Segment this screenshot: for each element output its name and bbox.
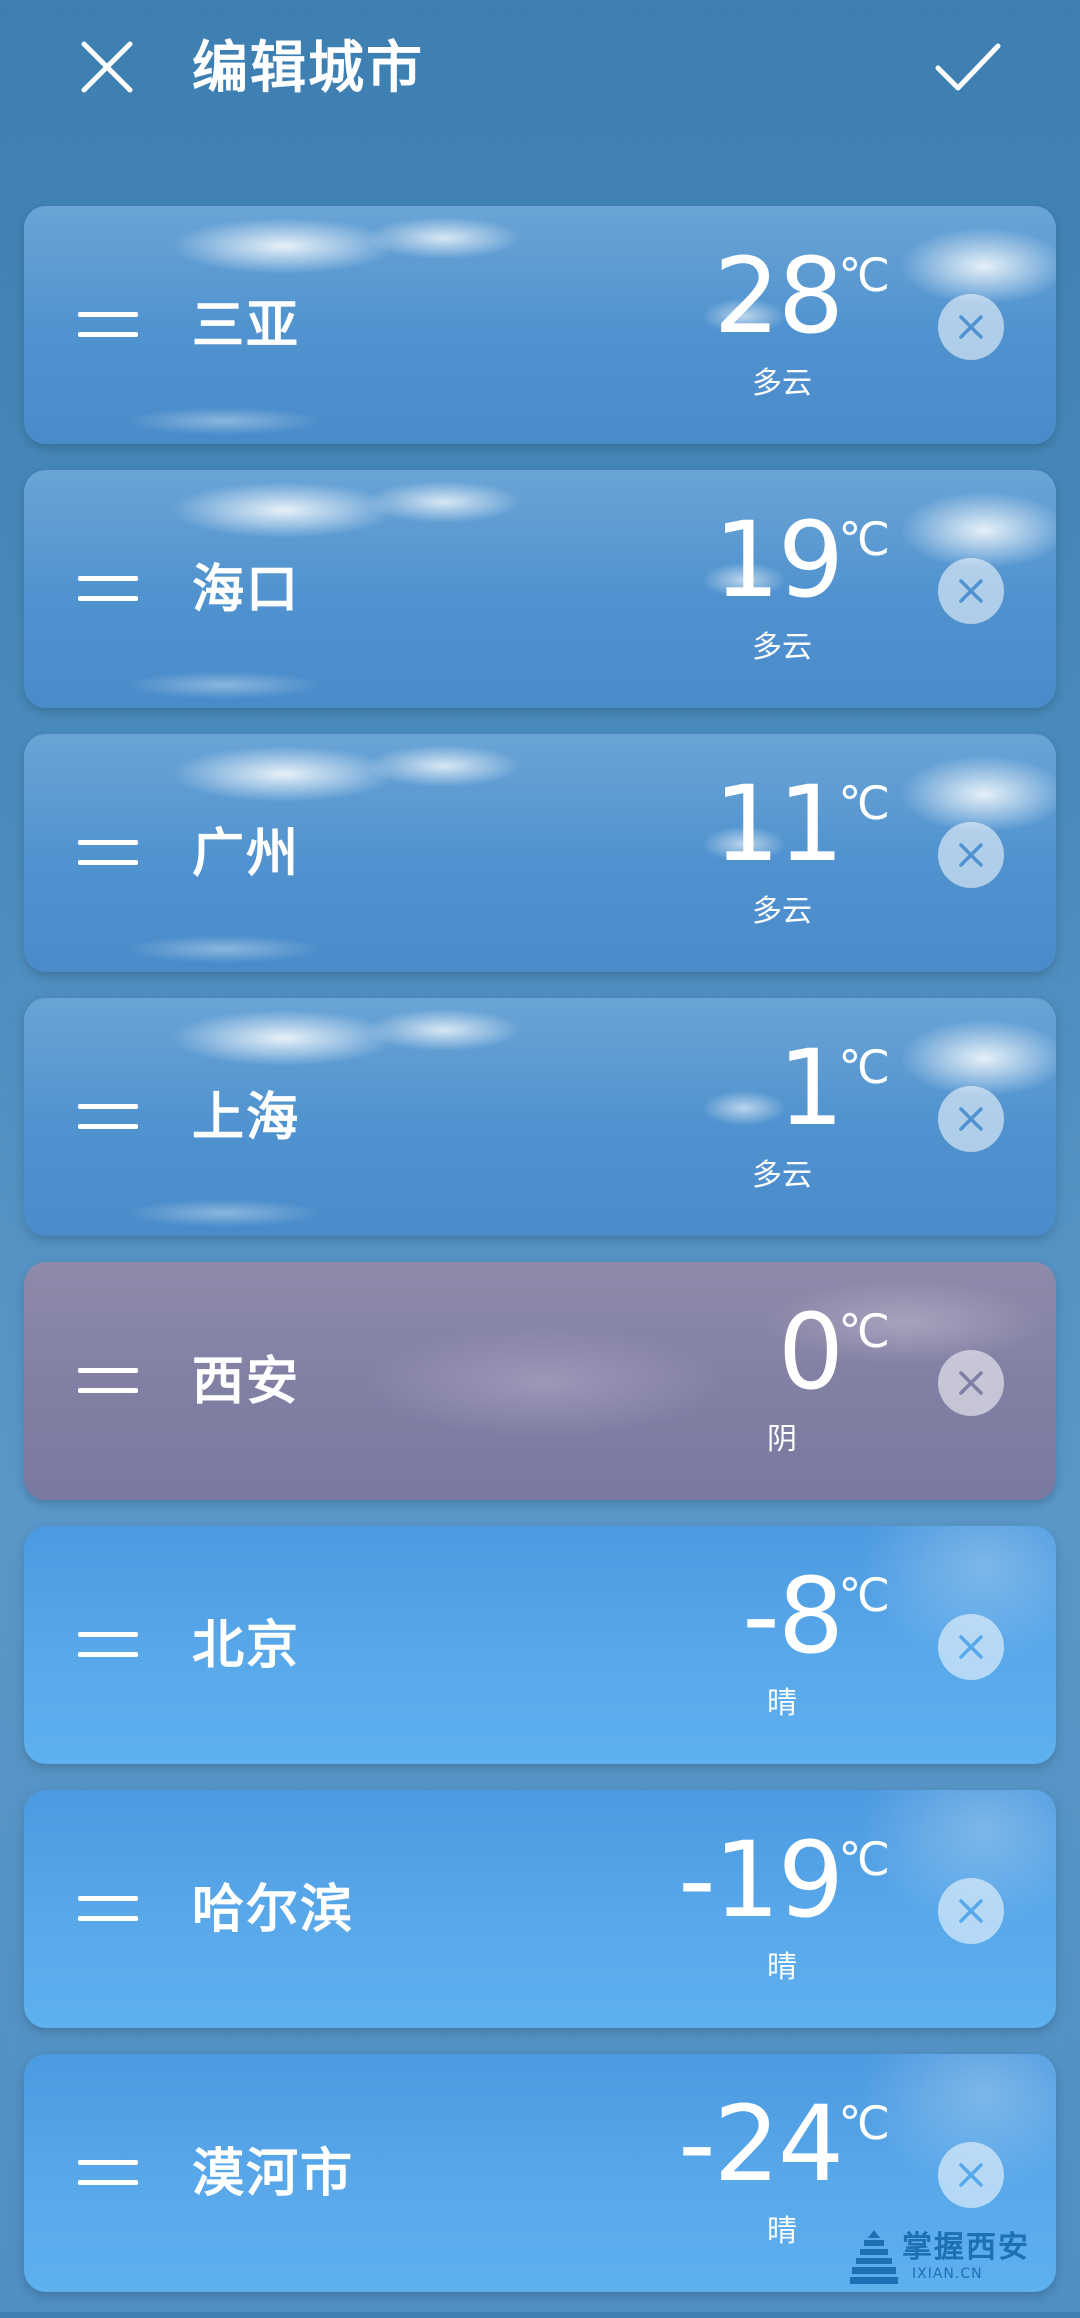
remove-city-button[interactable]: [938, 294, 1004, 360]
close-icon: [959, 843, 983, 867]
weather-condition: 晴: [767, 1686, 797, 1721]
weather-info: 1 ℃ 多云: [550, 1028, 890, 1218]
drag-handle-icon[interactable]: [78, 1632, 138, 1660]
city-card-xian[interactable]: 西安 0 ℃ 阴: [24, 1262, 1056, 1500]
weather-condition: 多云: [752, 630, 812, 665]
close-icon: [959, 1635, 983, 1659]
city-card-shanghai[interactable]: 上海 1 ℃ 多云: [24, 998, 1056, 1236]
city-name: 西安: [192, 1352, 301, 1412]
temperature-unit: ℃: [838, 776, 890, 830]
weather-info: 11 ℃ 多云: [550, 764, 890, 954]
close-icon: [959, 315, 983, 339]
top-bar: 编辑城市: [0, 0, 1080, 140]
weather-info: -8 ℃ 晴: [550, 1556, 890, 1746]
temperature: 11: [713, 763, 844, 885]
city-name: 上海: [192, 1088, 301, 1148]
temperature-unit: ℃: [838, 1568, 890, 1622]
close-icon: [959, 1107, 983, 1131]
drag-handle-icon[interactable]: [78, 1896, 138, 1924]
temperature-unit: ℃: [838, 248, 890, 302]
remove-city-button[interactable]: [938, 1614, 1004, 1680]
temperature: 19: [713, 499, 844, 621]
weather-condition: 阴: [767, 1422, 797, 1457]
close-icon: [959, 1371, 983, 1395]
weather-info: 28 ℃ 多云: [550, 236, 890, 426]
city-card-harbin[interactable]: 哈尔滨 -19 ℃ 晴: [24, 1790, 1056, 2028]
drag-handle-icon[interactable]: [78, 840, 138, 868]
tower-icon: [850, 2230, 898, 2284]
temperature-unit: ℃: [838, 512, 890, 566]
city-list: 三亚 28 ℃ 多云 海口 19 ℃ 多云 广州 11 ℃ 多云 上海 1 ℃ …: [24, 206, 1056, 2318]
remove-city-button[interactable]: [938, 1350, 1004, 1416]
temperature: 28: [713, 235, 844, 357]
city-name: 三亚: [192, 296, 301, 356]
close-icon: [959, 579, 983, 603]
city-name: 海口: [192, 560, 301, 620]
weather-info: 19 ℃ 多云: [550, 500, 890, 690]
close-icon: [959, 2163, 983, 2187]
drag-handle-icon[interactable]: [78, 1104, 138, 1132]
weather-info: -24 ℃ 晴: [550, 2084, 890, 2274]
city-card-guangzhou[interactable]: 广州 11 ℃ 多云: [24, 734, 1056, 972]
close-button[interactable]: [72, 32, 142, 102]
remove-city-button[interactable]: [938, 558, 1004, 624]
temperature: -8: [742, 1555, 844, 1677]
temperature-unit: ℃: [838, 1304, 890, 1358]
watermark-url: IXIAN.CN: [912, 2266, 983, 2282]
temperature: -19: [678, 1819, 844, 1941]
watermark-logo: 掌握西安 IXIAN.CN: [850, 2228, 1050, 2288]
weather-condition: 多云: [752, 366, 812, 401]
weather-info: 0 ℃ 阴: [550, 1292, 890, 1482]
city-name: 哈尔滨: [192, 1880, 355, 1940]
city-name: 漠河市: [192, 2144, 355, 2204]
drag-handle-icon[interactable]: [78, 576, 138, 604]
remove-city-button[interactable]: [938, 822, 1004, 888]
drag-handle-icon[interactable]: [78, 312, 138, 340]
city-card-beijing[interactable]: 北京 -8 ℃ 晴: [24, 1526, 1056, 1764]
close-icon: [81, 41, 133, 93]
page-title: 编辑城市: [192, 36, 424, 101]
drag-handle-icon[interactable]: [78, 1368, 138, 1396]
temperature-unit: ℃: [838, 2096, 890, 2150]
city-name: 北京: [192, 1616, 301, 1676]
temperature-unit: ℃: [838, 1832, 890, 1886]
temperature: 0: [777, 1291, 844, 1413]
city-name: 广州: [192, 824, 301, 884]
weather-condition: 晴: [767, 1950, 797, 1985]
weather-condition: 多云: [752, 894, 812, 929]
drag-handle-icon[interactable]: [78, 2160, 138, 2188]
weather-condition: 晴: [767, 2214, 797, 2249]
remove-city-button[interactable]: [938, 1086, 1004, 1152]
remove-city-button[interactable]: [938, 2142, 1004, 2208]
temperature: 1: [777, 1027, 844, 1149]
confirm-button[interactable]: [928, 32, 1008, 102]
temperature-unit: ℃: [838, 1040, 890, 1094]
check-icon: [935, 43, 1001, 91]
close-icon: [959, 1899, 983, 1923]
watermark-text: 掌握西安: [902, 2230, 1030, 2265]
city-card-sanya[interactable]: 三亚 28 ℃ 多云: [24, 206, 1056, 444]
weather-info: -19 ℃ 晴: [550, 1820, 890, 2010]
remove-city-button[interactable]: [938, 1878, 1004, 1944]
city-card-haikou[interactable]: 海口 19 ℃ 多云: [24, 470, 1056, 708]
temperature: -24: [678, 2083, 844, 2205]
weather-condition: 多云: [752, 1158, 812, 1193]
